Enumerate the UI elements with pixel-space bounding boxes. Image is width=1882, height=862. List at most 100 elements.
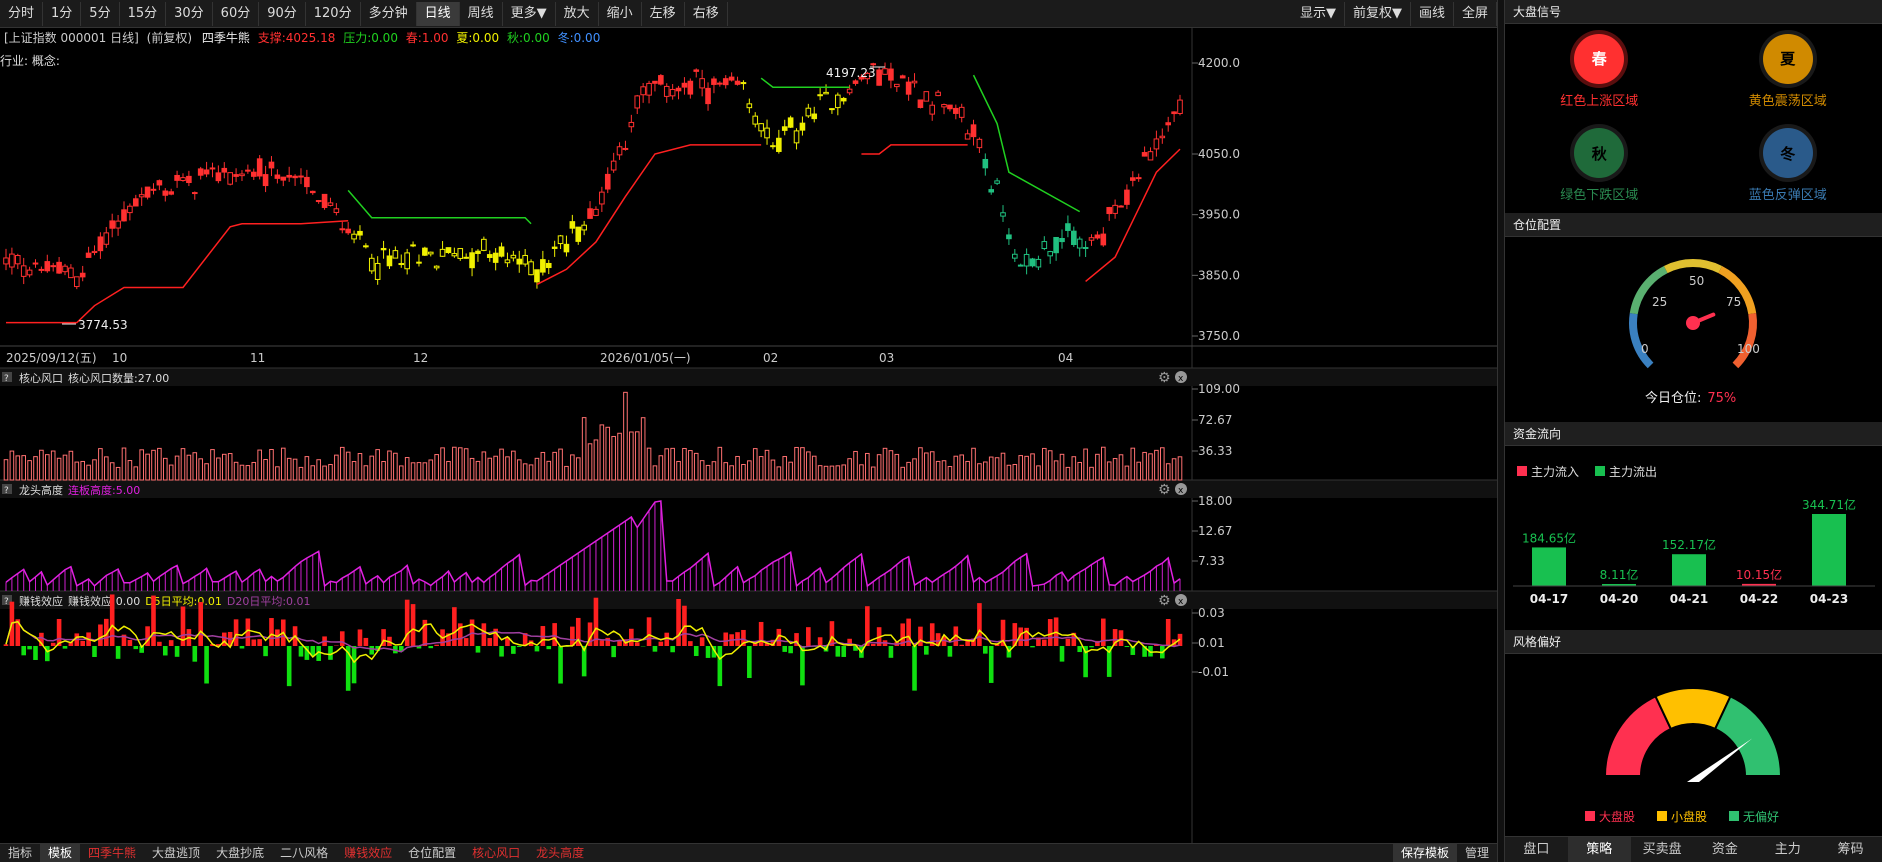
- template-tab[interactable]: 仓位配置: [400, 844, 464, 862]
- toolbar-right-button[interactable]: 前复权▼: [1345, 1, 1411, 26]
- period-tab[interactable]: 多分钟: [361, 1, 417, 26]
- period-tab[interactable]: 90分: [259, 1, 306, 26]
- core-wind-bar: [422, 462, 428, 481]
- core-wind-bar: [80, 460, 85, 481]
- candle-body: [522, 254, 528, 265]
- sidebar-tab[interactable]: 策略: [1567, 837, 1631, 862]
- period-tab[interactable]: 30分: [166, 1, 213, 26]
- candle-body: [469, 252, 475, 269]
- profit-effect-bar: [133, 646, 139, 650]
- indicator-name[interactable]: 四季牛熊: [202, 31, 250, 45]
- candle-body: [221, 167, 228, 173]
- core-wind-bar: [1089, 466, 1094, 481]
- flow-value-label: 8.11亿: [1600, 567, 1639, 582]
- core-wind-bar: [888, 450, 894, 481]
- period-tab[interactable]: 放大: [556, 1, 599, 26]
- period-tab[interactable]: 周线: [460, 1, 503, 26]
- signal-label: 绿色下跌区域: [1560, 188, 1639, 204]
- core-wind-bar: [239, 464, 245, 481]
- template-tab[interactable]: 大盘逃顶: [144, 844, 208, 862]
- signal-item[interactable]: 夏黄色震荡区域: [1694, 24, 1882, 119]
- period-tab[interactable]: 右移: [685, 1, 728, 26]
- core-wind-bar: [788, 461, 793, 481]
- sidebar-tab[interactable]: 筹码: [1819, 837, 1882, 862]
- period-tab[interactable]: 日线: [416, 1, 460, 26]
- candle-body: [386, 255, 393, 267]
- period-tab[interactable]: 1分: [43, 1, 82, 26]
- profit-effect-bar: [511, 646, 516, 654]
- profit-effect-bar: [688, 641, 693, 646]
- candle-body: [634, 95, 641, 109]
- toolbar-right-button[interactable]: 全屏: [1454, 1, 1497, 26]
- candle-body: [357, 230, 363, 236]
- template-tab[interactable]: 赚钱效应: [336, 844, 400, 862]
- period-tab[interactable]: 更多▼: [503, 1, 556, 26]
- signal-item[interactable]: 秋绿色下跌区域: [1505, 119, 1694, 214]
- signal-icon: 春: [1574, 33, 1625, 84]
- candle-body: [1006, 234, 1012, 240]
- core-wind-bar: [180, 448, 186, 481]
- core-wind-bar: [782, 456, 788, 481]
- period-tab[interactable]: 左移: [642, 1, 685, 26]
- flow-bar: [1532, 547, 1566, 586]
- core-wind-bar: [345, 451, 351, 481]
- template-tab[interactable]: 指标: [0, 844, 40, 862]
- profit-effect-bar: [1089, 646, 1094, 648]
- close-icon-glyph: x: [1178, 597, 1184, 607]
- candle-body: [1047, 251, 1054, 257]
- period-tab[interactable]: 15分: [120, 1, 167, 26]
- period-tab[interactable]: 分时: [0, 1, 44, 26]
- flow-legend-swatch: [1517, 466, 1527, 476]
- profit-effect-bar: [298, 646, 304, 657]
- template-tab[interactable]: 模板: [40, 844, 81, 862]
- template-tab[interactable]: 四季牛熊: [80, 844, 144, 862]
- template-action-button[interactable]: 保存模板: [1392, 844, 1457, 862]
- signal-item[interactable]: 春红色上涨区域: [1505, 24, 1694, 119]
- period-tab[interactable]: 60分: [213, 1, 260, 26]
- core-wind-bar: [764, 449, 770, 481]
- candle-body: [652, 80, 658, 84]
- profit-effect-bar: [475, 646, 481, 653]
- candle-body: [162, 190, 169, 196]
- candle-body: [917, 99, 924, 108]
- signal-item[interactable]: 冬蓝色反弹区域: [1694, 119, 1882, 214]
- period-tab[interactable]: 缩小: [599, 1, 642, 26]
- sidebar-tab[interactable]: 盘口: [1505, 837, 1568, 862]
- period-tab[interactable]: 120分: [306, 1, 361, 26]
- candle-body: [315, 200, 322, 203]
- template-action-button[interactable]: 管理: [1457, 844, 1497, 862]
- profit-effect-bar: [806, 627, 811, 646]
- style-legend-swatch: [1729, 811, 1739, 821]
- kline-chart-area[interactable]: 4200.0 4050.0 3950.0 3850.0 3750.0 4197.23 377…: [0, 0, 1497, 843]
- template-tab[interactable]: 核心风口: [464, 844, 528, 862]
- template-tab[interactable]: 大盘抄底: [208, 844, 272, 862]
- profit-effect-bar: [27, 646, 32, 650]
- flow-legend-label: 主力流出: [1609, 465, 1657, 479]
- template-tab[interactable]: 二八风格: [272, 844, 336, 862]
- candle-body: [776, 137, 782, 152]
- candle-body: [91, 250, 98, 254]
- candle-body: [563, 243, 570, 253]
- toolbar-right-button[interactable]: 画线: [1411, 1, 1454, 26]
- core-wind-bar: [1042, 447, 1047, 481]
- candle-body: [451, 253, 458, 257]
- panel-title: 龙头高度 连板高度:5.00: [19, 483, 140, 497]
- core-wind-bar: [216, 457, 221, 481]
- splitter[interactable]: [1497, 0, 1505, 862]
- candle-body: [622, 147, 629, 150]
- core-wind-bar: [941, 460, 947, 481]
- sidebar-tab[interactable]: 买卖盘: [1631, 837, 1694, 862]
- template-tab[interactable]: 龙头高度: [528, 844, 592, 862]
- candle-body: [274, 174, 281, 179]
- flow-date-label: 04-23: [1810, 592, 1848, 606]
- candle-body: [250, 171, 257, 177]
- core-wind-bar: [1142, 451, 1147, 481]
- period-tab[interactable]: 5分: [81, 1, 120, 26]
- signal-label: 红色上涨区域: [1560, 93, 1639, 109]
- toolbar-right-button[interactable]: 显示▼: [1292, 1, 1345, 26]
- candle-body: [894, 83, 900, 88]
- sidebar-tab[interactable]: 主力: [1756, 837, 1819, 862]
- core-wind-bar: [841, 464, 847, 481]
- candle-body: [463, 256, 469, 259]
- sidebar-tab[interactable]: 资金: [1693, 837, 1756, 862]
